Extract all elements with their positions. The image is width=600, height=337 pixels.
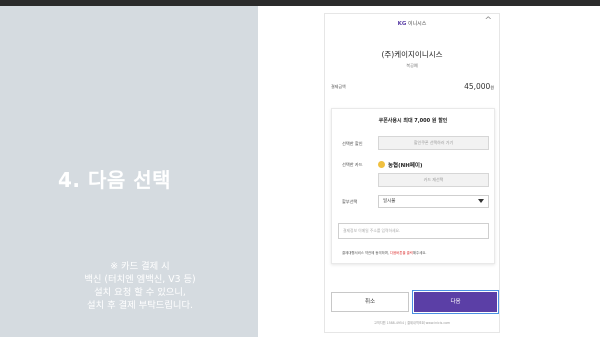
installment-label: 할부선택	[342, 199, 358, 204]
merchant-name: (주)케이지이니시스	[381, 50, 443, 59]
inicis-logo: KG 이니시스	[325, 20, 499, 27]
logo-text: 이니시스	[407, 21, 427, 27]
amount-label: 결제금액	[331, 84, 346, 89]
card-reselect-button[interactable]: 카드 재선택	[378, 173, 489, 187]
card-label: 선택한 카드	[342, 162, 363, 167]
vaccine-note: ※ 카드 결제 시 백신 (터치엔 엠백신, V3 등) 설치 요청 할 수 있…	[20, 260, 260, 312]
note-line: 설치 후 결제 부탁드립니다.	[87, 300, 193, 311]
logo-kg: KG	[397, 21, 407, 27]
card-name: 농협(NH페이)	[388, 163, 423, 169]
discount-label: 선택한 할인	[342, 141, 363, 146]
agree-suffix: 해주세요.	[412, 251, 427, 255]
nh-bank-icon	[378, 161, 385, 168]
merchant-product: 복공예	[406, 63, 418, 68]
support-footer: 고객지원 1588-4954 | 결제내역조회 www.inicis.com	[373, 321, 451, 325]
coupon-title: 쿠폰사용시 최대 7,000 원 할인	[378, 118, 448, 124]
payment-options-card: 쿠폰사용시 최대 7,000 원 할인 선택한 할인 할인쿠폰 선택하러 가기 …	[331, 108, 495, 264]
chevron-down-icon	[478, 199, 484, 203]
agree-prefix: 결제대행서비스 약관에 동의하며,	[342, 251, 390, 255]
installment-value: 일시불	[383, 199, 396, 204]
installment-select[interactable]: 일시불	[378, 195, 489, 208]
amount-value: 45,000원	[464, 82, 494, 91]
select-coupon-button[interactable]: 할인쿠폰 선택하러 가기	[378, 136, 489, 150]
cancel-button[interactable]: 취소	[331, 292, 409, 312]
agree-link: 다음버튼을 클릭	[389, 251, 413, 255]
amount-row: 결제금액 45,000원	[331, 82, 494, 92]
step-title: 4. 다음 선택	[58, 168, 172, 192]
email-input[interactable]: 결제정보 이메일 주소를 입력하세요.	[338, 223, 489, 239]
agreement-text: 결제대행서비스 약관에 동의하며, 다음버튼을 클릭해주세요.	[342, 250, 426, 255]
next-button[interactable]: 다음	[412, 290, 499, 314]
note-line: 설치 요청 할 수 있으니,	[94, 287, 186, 298]
amount-unit: 원	[490, 85, 494, 90]
note-line: 백신 (터치엔 엠백신, V3 등)	[84, 274, 196, 285]
selected-card: 농협(NH페이)	[378, 161, 422, 169]
slide-left-panel: 4. 다음 선택 ※ 카드 결제 시 백신 (터치엔 엠백신, V3 등) 설치…	[0, 6, 258, 337]
payment-window: ^ KG 이니시스 (주)케이지이니시스 복공예 결제금액 45,000원 쿠폰…	[324, 13, 500, 333]
amount-number: 45,000	[464, 82, 491, 91]
note-line: ※ 카드 결제 시	[110, 261, 170, 272]
